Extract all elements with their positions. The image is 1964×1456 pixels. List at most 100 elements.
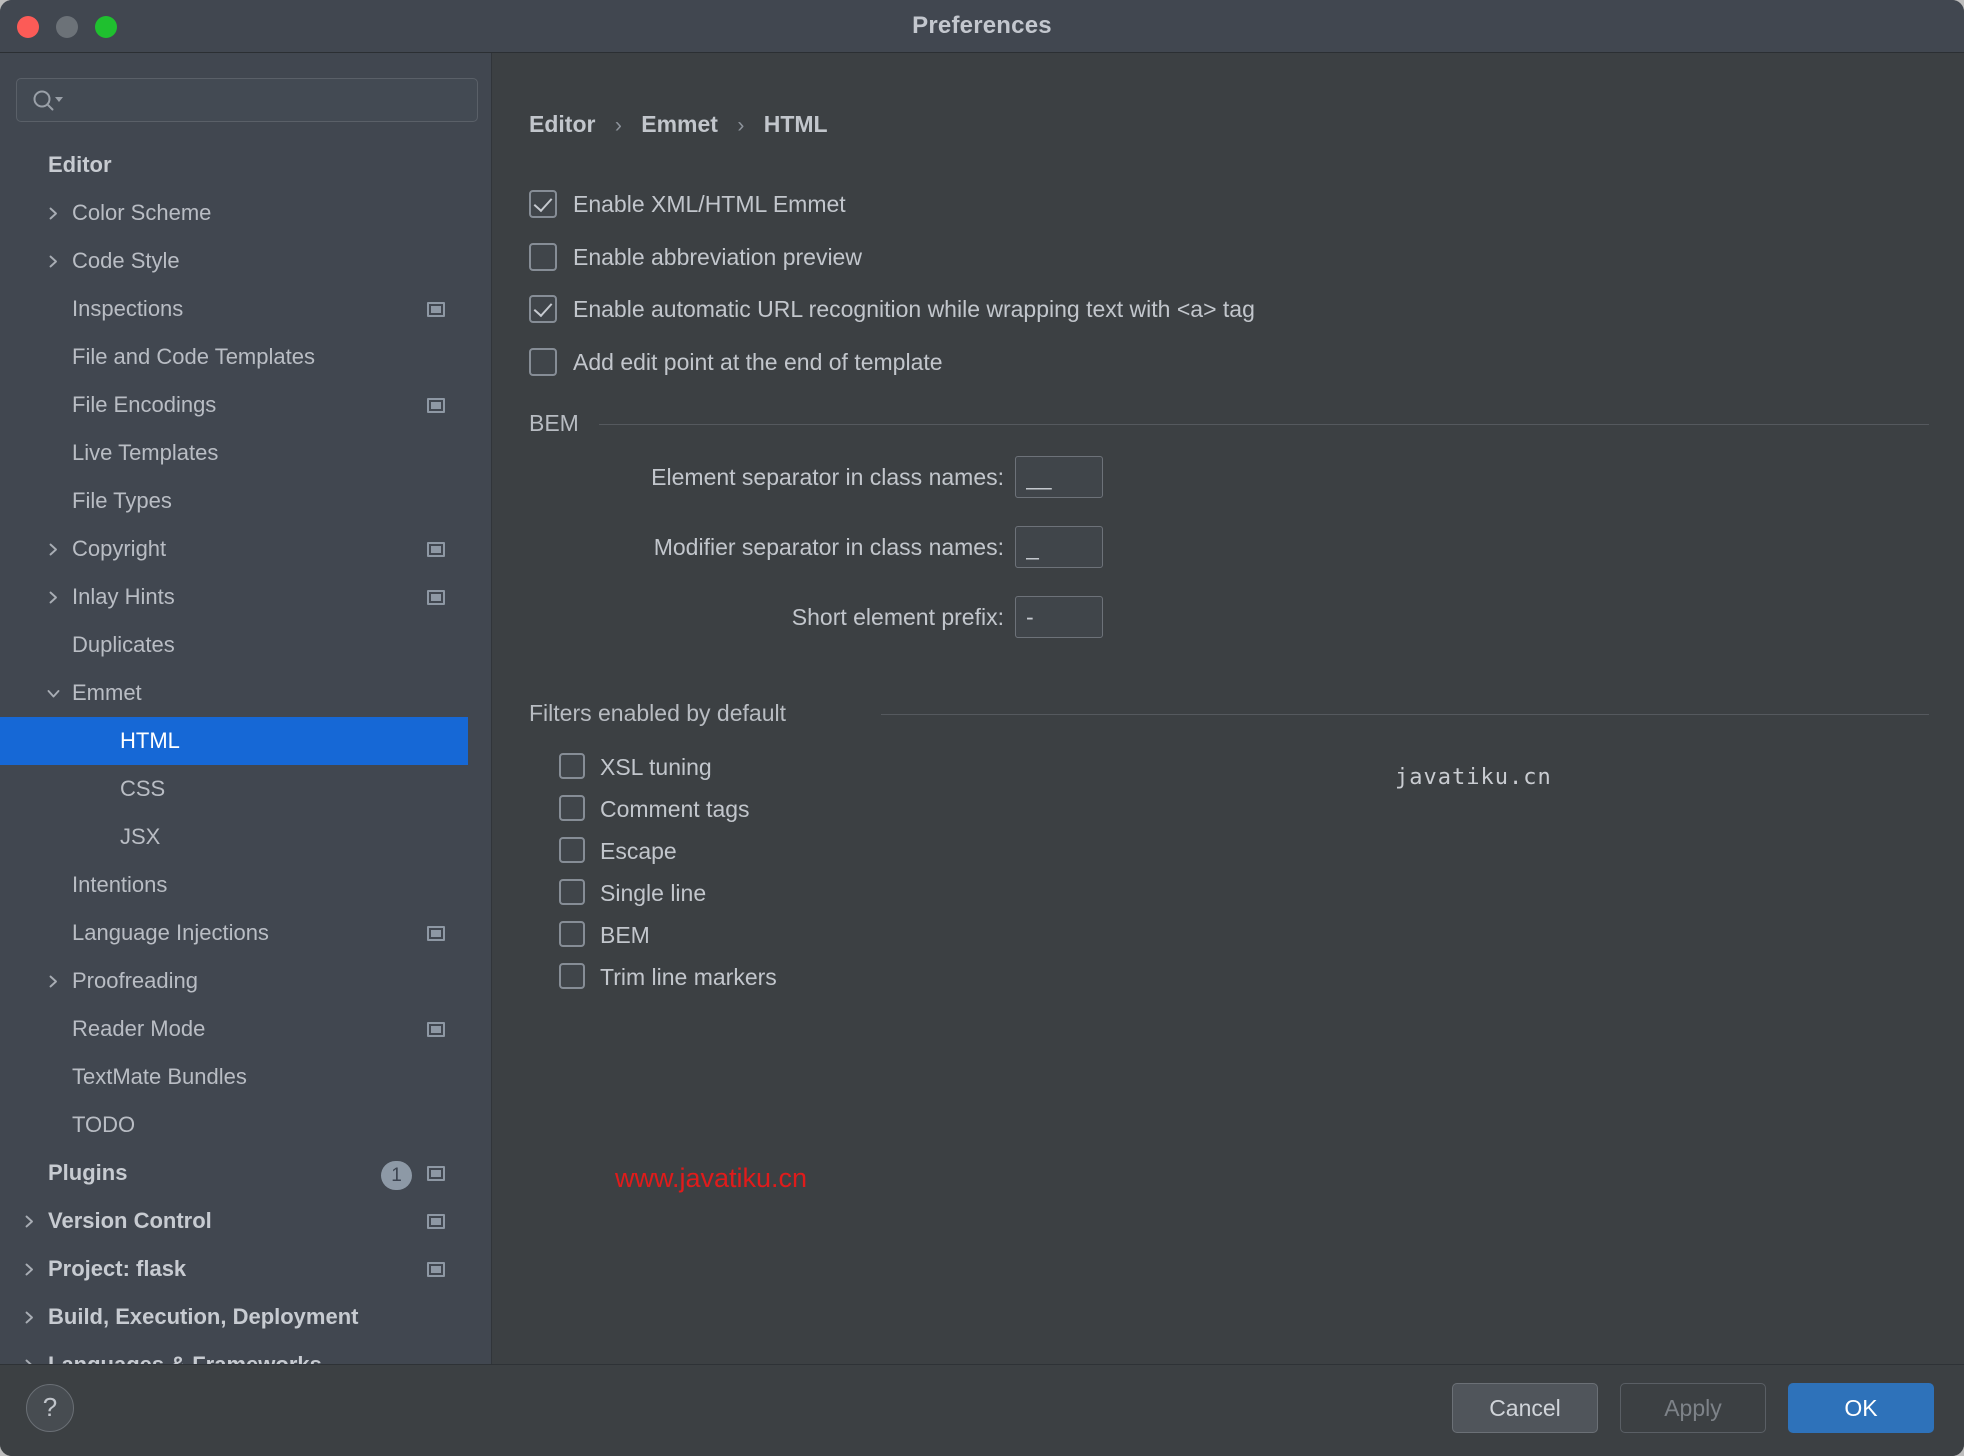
sidebar-item-inlay-hints[interactable]: Inlay Hints [0,573,468,621]
chevron-right-icon[interactable] [46,974,61,989]
filters-section-title: Filters enabled by default [529,700,786,726]
sidebar-item-jsx[interactable]: JSX [0,813,468,861]
checkbox-unchecked-icon[interactable] [559,921,585,947]
bem-field-row: Short element prefix: [529,596,1929,638]
checkbox-unchecked-icon[interactable] [559,795,585,821]
project-scope-icon[interactable] [427,542,445,557]
settings-sidebar: Editor Color Scheme Code Style Inspections F… [0,53,492,1364]
cancel-button[interactable]: Cancel [1452,1383,1598,1433]
sidebar-item-file-encodings[interactable]: File Encodings [0,381,468,429]
chevron-right-icon[interactable] [46,590,61,605]
project-scope-icon[interactable] [427,1166,445,1181]
project-scope-icon[interactable] [427,1214,445,1229]
chevron-down-icon[interactable] [46,686,61,701]
sidebar-item-todo[interactable]: TODO [0,1101,468,1149]
bem-field-label: Modifier separator in class names: [653,534,1004,560]
checkbox-checked-icon[interactable] [529,295,557,323]
chevron-right-icon[interactable] [46,542,61,557]
sidebar-item-plugins[interactable]: Plugins 1 [0,1149,468,1197]
sidebar-item-reader-mode[interactable]: Reader Mode [0,1005,468,1053]
project-scope-icon[interactable] [427,926,445,941]
preferences-window: Preferences Editor Color Scheme Code Style… [0,0,1964,1456]
sidebar-item-label: Version Control [48,1208,212,1233]
checkbox-unchecked-icon[interactable] [559,879,585,905]
sidebar-item-emmet[interactable]: Emmet [0,669,468,717]
checkbox-unchecked-icon[interactable] [529,348,557,376]
sidebar-scrollbar-track[interactable] [473,53,487,1364]
sidebar-item-code-style[interactable]: Code Style [0,237,468,285]
checkbox-checked-icon[interactable] [529,190,557,218]
checkbox-label: Enable abbreviation preview [573,244,862,270]
sidebar-item-file-types[interactable]: File Types [0,477,468,525]
sidebar-item-inspections[interactable]: Inspections [0,285,468,333]
sidebar-item-label: Color Scheme [72,200,212,225]
bem-field-input[interactable] [1015,456,1103,498]
sidebar-item-label: Build, Execution, Deployment [48,1304,359,1329]
sidebar-item-language-injections[interactable]: Language Injections [0,909,468,957]
sidebar-item-languages-frameworks[interactable]: Languages & Frameworks [0,1341,468,1364]
bem-field-row: Element separator in class names: [529,456,1929,498]
checkbox-unchecked-icon[interactable] [559,837,585,863]
sidebar-item-version-control[interactable]: Version Control [0,1197,468,1245]
search-icon [31,89,65,113]
sidebar-item-css[interactable]: CSS [0,765,468,813]
filter-checkbox-label: Trim line markers [600,964,777,990]
breadcrumb-item-editor[interactable]: Editor [529,111,595,137]
chevron-right-icon[interactable] [46,254,61,269]
project-scope-icon[interactable] [427,1262,445,1277]
sidebar-item-proofreading[interactable]: Proofreading [0,957,468,1005]
sidebar-item-html[interactable]: HTML [0,717,468,765]
sidebar-item-live-templates[interactable]: Live Templates [0,429,468,477]
section-divider [599,424,1929,425]
chevron-right-icon[interactable] [46,206,61,221]
chevron-right-icon[interactable] [22,1262,37,1277]
checkbox-unchecked-icon[interactable] [559,963,585,989]
settings-content-pane: Editor › Emmet › HTML Enable XML/HTML Em… [493,53,1964,1364]
bem-field-input[interactable] [1015,526,1103,568]
sidebar-item-label: JSX [120,824,161,849]
breadcrumb: Editor › Emmet › HTML [529,111,828,138]
chevron-right-icon[interactable] [22,1214,37,1229]
checkbox-unchecked-icon[interactable] [559,753,585,779]
sidebar-item-label: Inspections [72,296,184,321]
project-scope-icon[interactable] [427,398,445,413]
ok-button[interactable]: OK [1788,1383,1934,1433]
bem-field-input[interactable] [1015,596,1103,638]
sidebar-item-editor[interactable]: Editor [0,141,468,189]
help-button[interactable]: ? [26,1384,74,1432]
sidebar-item-label: TextMate Bundles [72,1064,247,1089]
apply-button[interactable]: Apply [1620,1383,1766,1433]
sidebar-item-label: File Types [72,488,172,513]
breadcrumb-item-emmet[interactable]: Emmet [641,111,718,137]
sidebar-item-label: File Encodings [72,392,217,417]
sidebar-item-label: HTML [120,728,180,753]
sidebar-item-label: Plugins [48,1160,128,1185]
bem-field-label: Element separator in class names: [651,464,1004,490]
sidebar-item-textmate-bundles[interactable]: TextMate Bundles [0,1053,468,1101]
sidebar-search-box[interactable] [16,78,478,123]
sidebar-item-copyright[interactable]: Copyright [0,525,468,573]
window-title: Preferences [912,12,1052,39]
sidebar-item-label: Language Injections [72,920,269,945]
sidebar-item-label: Code Style [72,248,180,273]
checkbox-unchecked-icon[interactable] [529,243,557,271]
sidebar-item-duplicates[interactable]: Duplicates [0,621,468,669]
sidebar-item-build-execution-deployment[interactable]: Build, Execution, Deployment [0,1293,468,1341]
chevron-right-icon: › [614,114,622,137]
checkbox-label: Add edit point at the end of template [573,349,943,375]
search-input[interactable] [69,79,473,123]
project-scope-icon[interactable] [427,1022,445,1037]
watermark-mono: javatiku.cn [1395,765,1552,790]
sidebar-item-project-flask[interactable]: Project: flask [0,1245,468,1293]
sidebar-item-intentions[interactable]: Intentions [0,861,468,909]
sidebar-item-color-scheme[interactable]: Color Scheme [0,189,468,237]
sidebar-item-badge: 1 [381,1161,412,1190]
settings-tree: Editor Color Scheme Code Style Inspections F… [0,141,491,1364]
chevron-right-icon[interactable] [22,1310,37,1325]
project-scope-icon[interactable] [427,302,445,317]
filter-checkbox-label: Comment tags [600,796,750,822]
sidebar-item-label: Duplicates [72,632,175,657]
sidebar-item-label: CSS [120,776,166,801]
project-scope-icon[interactable] [427,590,445,605]
sidebar-item-file-and-code-templates[interactable]: File and Code Templates [0,333,468,381]
